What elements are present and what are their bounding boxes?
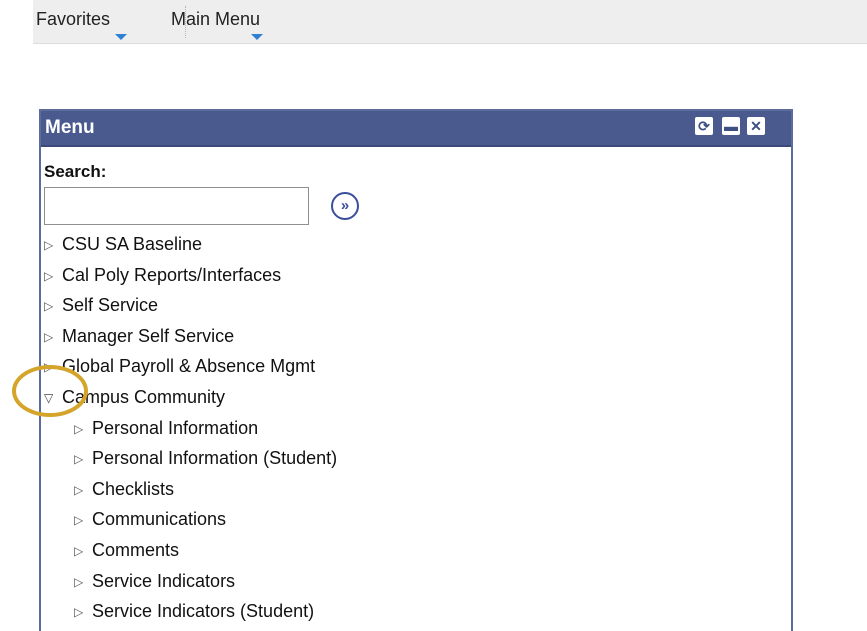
triangle-right-icon[interactable]: ▷ — [44, 261, 62, 291]
main-menu[interactable]: Main Menu — [171, 9, 260, 30]
menu-item-label[interactable]: Cal Poly Reports/Interfaces — [62, 265, 281, 285]
refresh-icon[interactable]: ⟳ — [695, 117, 713, 135]
menu-item[interactable]: ▷ Service Indicators (Student) — [41, 596, 786, 627]
minimize-icon[interactable]: ▬ — [722, 117, 740, 135]
menu-item[interactable]: ▷ Global Payroll & Absence Mgmt — [41, 351, 786, 382]
menu-item[interactable]: ▷ Personal Information — [41, 413, 786, 444]
menu-item-label[interactable]: Checklists — [92, 479, 174, 499]
menu-item[interactable]: ▽ Campus Community — [41, 382, 786, 413]
menu-item[interactable]: ▷ Personal Information (Student) — [41, 443, 786, 474]
menu-item-label[interactable]: CSU SA Baseline — [62, 234, 202, 254]
menu-search-input[interactable] — [44, 187, 309, 225]
menu-item[interactable]: ▷ Comments — [41, 535, 786, 566]
menu-item[interactable]: ▷ Checklists — [41, 474, 786, 505]
menu-item-label[interactable]: Self Service — [62, 295, 158, 315]
triangle-right-icon[interactable]: ▷ — [44, 291, 62, 321]
menu-pagelet: Menu ⟳ ▬ ✕ Search: » ▷ CSU SA Baseline ▷ Ca… — [39, 109, 793, 631]
menu-tree: ▷ CSU SA Baseline ▷ Cal Poly Reports/Interf… — [41, 229, 786, 627]
menu-item-label[interactable]: Manager Self Service — [62, 326, 234, 346]
menu-item-label[interactable]: Service Indicators — [92, 571, 235, 591]
triangle-right-icon[interactable]: ▷ — [44, 230, 62, 260]
triangle-right-icon[interactable]: ▷ — [74, 567, 92, 597]
triangle-right-icon[interactable]: ▷ — [74, 475, 92, 505]
menu-item-label[interactable]: Personal Information (Student) — [92, 448, 337, 468]
menu-item-label[interactable]: Campus Community — [62, 387, 225, 407]
triangle-right-icon[interactable]: ▷ — [74, 597, 92, 627]
menu-item[interactable]: ▷ Cal Poly Reports/Interfaces — [41, 260, 786, 291]
search-label: Search: — [44, 162, 107, 181]
menu-item[interactable]: ▷ CSU SA Baseline — [41, 229, 786, 260]
triangle-down-icon[interactable]: ▽ — [44, 383, 62, 413]
menu-item-label[interactable]: Personal Information — [92, 418, 258, 438]
triangle-right-icon[interactable]: ▷ — [44, 322, 62, 352]
triangle-right-icon[interactable]: ▷ — [74, 414, 92, 444]
favorites-dropdown-icon[interactable] — [115, 34, 127, 40]
triangle-right-icon[interactable]: ▷ — [44, 352, 62, 382]
close-icon[interactable]: ✕ — [747, 117, 765, 135]
top-navigation-bar: Favorites Main Menu — [33, 0, 867, 44]
menu-item-label[interactable]: Global Payroll & Absence Mgmt — [62, 356, 315, 376]
menu-item[interactable]: ▷ Self Service — [41, 290, 786, 321]
menu-header: Menu ⟳ ▬ ✕ — [41, 111, 791, 147]
menu-item-label[interactable]: Communications — [92, 509, 226, 529]
triangle-right-icon[interactable]: ▷ — [74, 444, 92, 474]
menu-item[interactable]: ▷ Service Indicators — [41, 566, 786, 597]
menu-item-label[interactable]: Service Indicators (Student) — [92, 601, 314, 621]
menu-title: Menu — [45, 117, 95, 138]
menu-item[interactable]: ▷ Communications — [41, 504, 786, 535]
triangle-right-icon[interactable]: ▷ — [74, 505, 92, 535]
triangle-right-icon[interactable]: ▷ — [74, 536, 92, 566]
double-chevron-right-icon[interactable]: » — [331, 192, 359, 220]
menu-item[interactable]: ▷ Manager Self Service — [41, 321, 786, 352]
main-menu-dropdown-icon[interactable] — [251, 34, 263, 40]
favorites-menu[interactable]: Favorites — [36, 9, 110, 30]
menu-item-label[interactable]: Comments — [92, 540, 179, 560]
